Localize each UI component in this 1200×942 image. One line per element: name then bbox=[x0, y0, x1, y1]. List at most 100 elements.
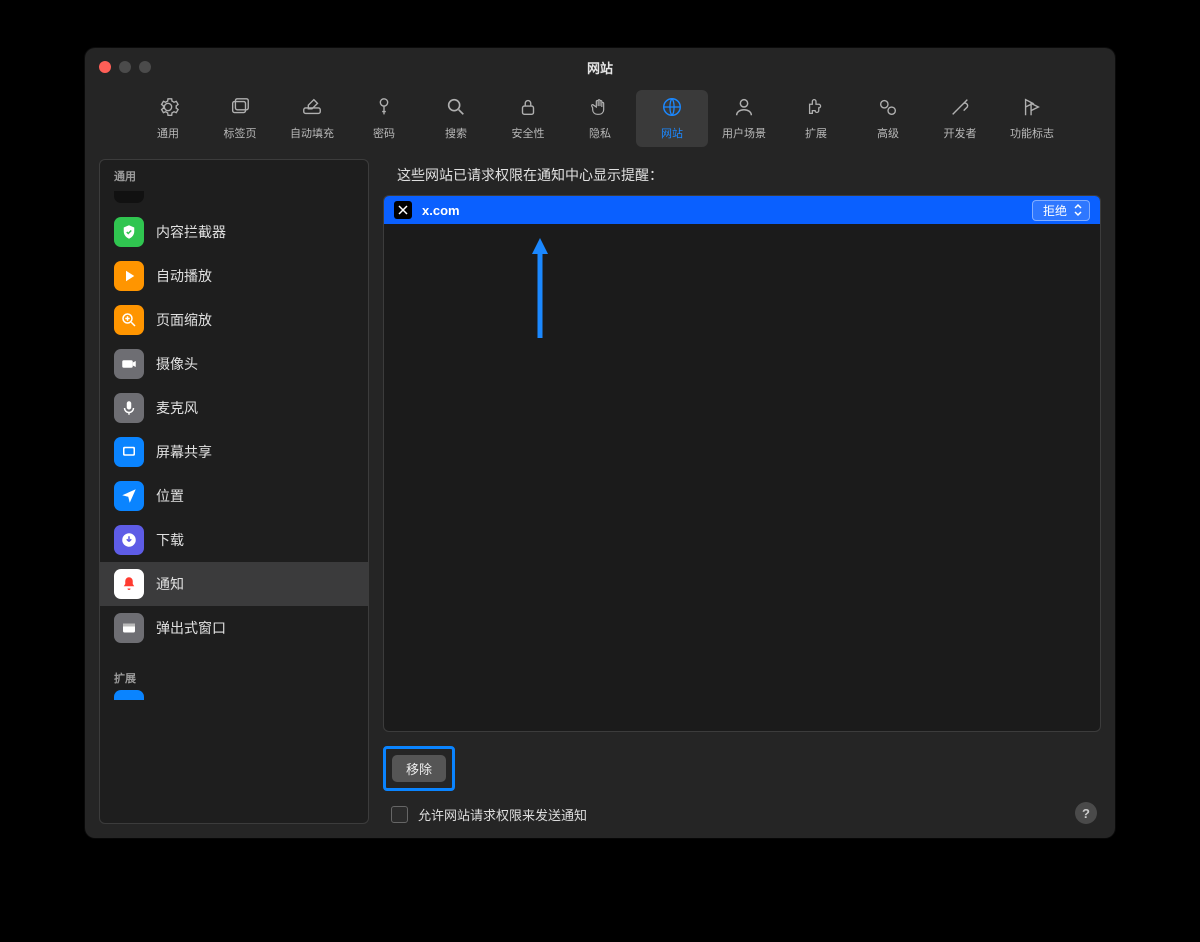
sidebar-item-popups[interactable]: 弹出式窗口 bbox=[100, 606, 368, 650]
gear-icon bbox=[157, 96, 179, 121]
sidebar-item-content-blockers[interactable]: 内容拦截器 bbox=[100, 210, 368, 254]
bell-icon bbox=[114, 569, 144, 599]
tab-advanced[interactable]: 高级 bbox=[852, 90, 924, 147]
gears-icon bbox=[877, 96, 899, 121]
annotation-highlight: 移除 bbox=[383, 746, 455, 791]
x-logo-icon bbox=[394, 201, 412, 219]
search-icon bbox=[445, 96, 467, 121]
tab-label: 网站 bbox=[661, 125, 683, 141]
sidebar-item-label: 摄像头 bbox=[156, 354, 198, 374]
sidebar-item-location[interactable]: 位置 bbox=[100, 474, 368, 518]
tab-general[interactable]: 通用 bbox=[132, 90, 204, 147]
sidebar-item-cutoff-bottom bbox=[114, 690, 354, 700]
tab-label: 自动填充 bbox=[290, 125, 334, 141]
allow-requests-checkbox[interactable] bbox=[391, 806, 408, 823]
tab-label: 扩展 bbox=[805, 125, 827, 141]
sidebar-item-label: 屏幕共享 bbox=[156, 442, 212, 462]
preferences-toolbar: 通用 标签页 自动填充 密码 搜索 bbox=[85, 86, 1115, 159]
sidebar-section-extensions: 扩展 bbox=[100, 662, 368, 690]
popup-icon bbox=[114, 613, 144, 643]
tab-label: 高级 bbox=[877, 125, 899, 141]
screen-icon bbox=[114, 437, 144, 467]
sidebar-item-zoom[interactable]: 页面缩放 bbox=[100, 298, 368, 342]
window-controls bbox=[99, 61, 151, 73]
preferences-window: 网站 通用 标签页 自动填充 密码 bbox=[85, 48, 1115, 838]
tab-label: 搜索 bbox=[445, 125, 467, 141]
window-title: 网站 bbox=[85, 58, 1115, 77]
annotation-arrow bbox=[532, 238, 548, 338]
tab-privacy[interactable]: 隐私 bbox=[564, 90, 636, 147]
tab-search[interactable]: 搜索 bbox=[420, 90, 492, 147]
play-icon bbox=[114, 261, 144, 291]
tab-security[interactable]: 安全性 bbox=[492, 90, 564, 147]
tab-label: 开发者 bbox=[944, 125, 977, 141]
lock-icon bbox=[517, 96, 539, 121]
sidebar-item-label: 麦克风 bbox=[156, 398, 198, 418]
puzzle-icon bbox=[805, 96, 827, 121]
site-row[interactable]: x.com 拒绝 bbox=[384, 196, 1100, 224]
shield-icon bbox=[114, 217, 144, 247]
minimize-window-button[interactable] bbox=[119, 61, 131, 73]
permission-select[interactable]: 拒绝 bbox=[1032, 200, 1090, 221]
site-name: x.com bbox=[422, 203, 1022, 218]
sidebar-item-microphone[interactable]: 麦克风 bbox=[100, 386, 368, 430]
location-icon bbox=[114, 481, 144, 511]
help-button[interactable]: ? bbox=[1075, 802, 1097, 824]
websites-sidebar[interactable]: 通用 内容拦截器 自动播放 bbox=[99, 159, 369, 824]
sidebar-item-downloads[interactable]: 下载 bbox=[100, 518, 368, 562]
allow-requests-row[interactable]: 允许网站请求权限来发送通知 bbox=[391, 805, 587, 824]
sidebar-item-camera[interactable]: 摄像头 bbox=[100, 342, 368, 386]
hand-icon bbox=[589, 96, 611, 121]
sidebar-item-label: 内容拦截器 bbox=[156, 222, 226, 242]
chevron-updown-icon bbox=[1071, 202, 1085, 218]
tab-passwords[interactable]: 密码 bbox=[348, 90, 420, 147]
close-window-button[interactable] bbox=[99, 61, 111, 73]
tab-label: 密码 bbox=[373, 125, 395, 141]
download-icon bbox=[114, 525, 144, 555]
tab-label: 标签页 bbox=[224, 125, 257, 141]
tab-feature-flags[interactable]: 功能标志 bbox=[996, 90, 1068, 147]
tab-label: 功能标志 bbox=[1010, 125, 1054, 141]
globe-icon bbox=[661, 96, 683, 121]
pencil-field-icon bbox=[301, 96, 323, 121]
sidebar-item-screenshare[interactable]: 屏幕共享 bbox=[100, 430, 368, 474]
tab-profiles[interactable]: 用户场景 bbox=[708, 90, 780, 147]
tab-label: 隐私 bbox=[589, 125, 611, 141]
camera-icon bbox=[114, 349, 144, 379]
tab-autofill[interactable]: 自动填充 bbox=[276, 90, 348, 147]
tab-websites[interactable]: 网站 bbox=[636, 90, 708, 147]
sidebar-scroll-area[interactable]: 内容拦截器 自动播放 页面缩放 bbox=[100, 188, 368, 823]
tab-label: 用户场景 bbox=[722, 125, 766, 141]
panel-description: 这些网站已请求权限在通知中心显示提醒： bbox=[383, 159, 1101, 195]
sidebar-item-notifications[interactable]: 通知 bbox=[100, 562, 368, 606]
allow-requests-label: 允许网站请求权限来发送通知 bbox=[418, 805, 587, 824]
person-icon bbox=[733, 96, 755, 121]
tab-tabs[interactable]: 标签页 bbox=[204, 90, 276, 147]
zoom-icon bbox=[114, 305, 144, 335]
key-icon bbox=[373, 96, 395, 121]
sidebar-item-label: 位置 bbox=[156, 486, 184, 506]
tab-label: 通用 bbox=[157, 125, 179, 141]
tab-developer[interactable]: 开发者 bbox=[924, 90, 996, 147]
sidebar-item-autoplay[interactable]: 自动播放 bbox=[100, 254, 368, 298]
sidebar-item-cutoff-top bbox=[114, 188, 354, 206]
remove-button[interactable]: 移除 bbox=[392, 755, 446, 782]
sidebar-item-label: 页面缩放 bbox=[156, 310, 212, 330]
panel-footer: 移除 允许网站请求权限来发送通知 bbox=[383, 746, 1101, 824]
sidebar-section-general: 通用 bbox=[100, 160, 368, 188]
titlebar: 网站 bbox=[85, 48, 1115, 86]
sidebar-item-label: 弹出式窗口 bbox=[156, 618, 226, 638]
zoom-window-button[interactable] bbox=[139, 61, 151, 73]
flags-icon bbox=[1021, 96, 1043, 121]
sidebar-item-label: 自动播放 bbox=[156, 266, 212, 286]
sidebar-item-label: 下载 bbox=[156, 530, 184, 550]
tabs-icon bbox=[229, 96, 251, 121]
tab-extensions[interactable]: 扩展 bbox=[780, 90, 852, 147]
site-permission-list[interactable]: x.com 拒绝 bbox=[383, 195, 1101, 732]
tools-icon bbox=[949, 96, 971, 121]
sidebar-item-label: 通知 bbox=[156, 574, 184, 594]
notifications-panel: 这些网站已请求权限在通知中心显示提醒： x.com 拒绝 bbox=[383, 159, 1101, 824]
preferences-body: 通用 内容拦截器 自动播放 bbox=[85, 159, 1115, 838]
tab-label: 安全性 bbox=[512, 125, 545, 141]
permission-value: 拒绝 bbox=[1043, 202, 1067, 219]
